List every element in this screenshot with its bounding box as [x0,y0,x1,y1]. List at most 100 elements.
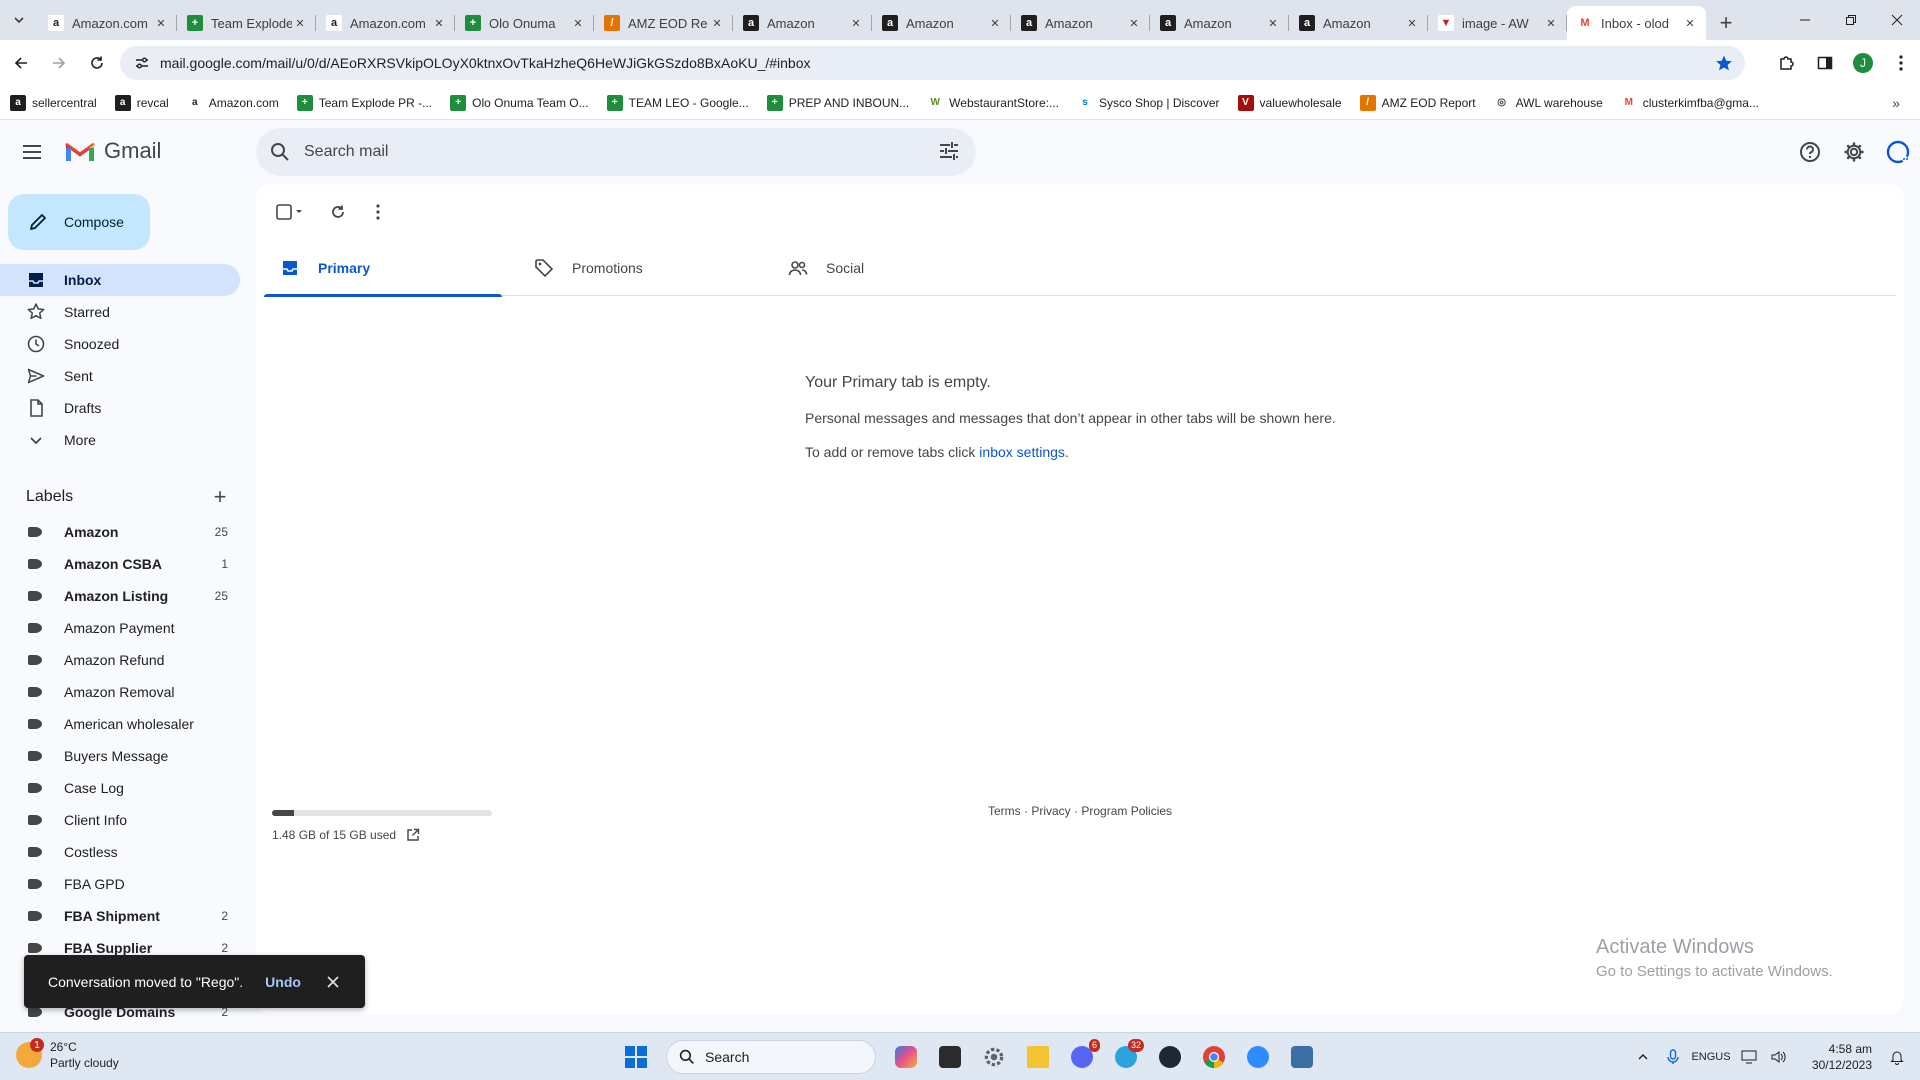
label-item[interactable]: Case Log [0,772,240,804]
bookmark-item[interactable]: + Olo Onuma Team O... [450,94,589,111]
sidebar-item-inbox[interactable]: Inbox [0,264,240,296]
browser-tab[interactable]: a Amazon ✕ [1150,6,1289,40]
privacy-link[interactable]: Privacy [1031,804,1070,818]
close-tab-button[interactable]: ✕ [570,15,586,31]
bookmark-item[interactable]: a revcal [114,94,169,111]
settings-app[interactable] [974,1039,1014,1075]
file-app[interactable] [930,1039,970,1075]
tab-search-button[interactable] [0,0,38,40]
forward-button[interactable] [42,46,76,80]
close-tab-button[interactable]: ✕ [1543,15,1559,31]
bookmark-item[interactable]: a sellercentral [10,94,97,111]
close-tab-button[interactable]: ✕ [1126,15,1142,31]
sidebar-item-snoozed[interactable]: Snoozed [0,328,240,360]
file-explorer-app[interactable] [1018,1039,1058,1075]
chrome-menu-button[interactable] [1882,46,1920,80]
gmail-logo[interactable]: Gmail [64,138,161,164]
program-policies-link[interactable]: Program Policies [1081,804,1172,818]
refresh-button[interactable] [324,196,352,228]
back-button[interactable] [4,46,38,80]
address-bar[interactable]: mail.google.com/mail/u/0/d/AEoRXRSVkipOL… [120,46,1745,80]
label-item[interactable]: Amazon CSBA 1 [0,548,240,580]
bookmark-item[interactable]: W WebstaurantStore:... [927,94,1059,111]
label-item[interactable]: Client Info [0,804,240,836]
label-item[interactable]: Amazon Removal [0,676,240,708]
new-tab-button[interactable]: + [1706,6,1746,40]
restore-button[interactable] [1828,0,1874,40]
search-input[interactable] [304,143,864,161]
bookmark-star-button[interactable] [1715,54,1733,72]
show-hidden-icons-button[interactable] [1628,1051,1658,1063]
close-tab-button[interactable]: ✕ [848,15,864,31]
label-item[interactable]: Amazon Payment [0,612,240,644]
label-item[interactable]: FBA Shipment 2 [0,900,240,932]
more-actions-button[interactable] [368,196,388,228]
browser-tab[interactable]: + Olo Onuma ✕ [455,6,594,40]
steam-app[interactable] [1150,1039,1190,1075]
support-button[interactable] [1788,132,1832,172]
telegram-app[interactable]: 32 [1106,1039,1146,1075]
weather-widget[interactable]: 1 26°C Partly cloudy [16,1038,119,1071]
undo-button[interactable]: Undo [265,974,301,990]
bookmark-item[interactable]: + Team Explode PR -... [296,94,432,111]
search-icon[interactable] [270,142,290,162]
network-button[interactable] [1734,1050,1764,1064]
close-tab-button[interactable]: ✕ [1404,15,1420,31]
search-options-button[interactable] [938,140,960,162]
close-tab-button[interactable]: ✕ [987,15,1003,31]
side-panel-button[interactable] [1806,46,1844,80]
browser-tab[interactable]: a Amazon ✕ [1289,6,1428,40]
sidebar-item-more[interactable]: More [0,424,240,456]
extensions-button[interactable] [1768,46,1806,80]
bookmarks-overflow-button[interactable]: » [1892,95,1900,111]
browser-tab[interactable]: ▼ image - AW ✕ [1428,6,1567,40]
zoom-app[interactable] [1238,1039,1278,1075]
label-item[interactable]: Amazon 25 [0,516,240,548]
tab-social[interactable]: Social [772,240,1026,296]
bookmark-item[interactable]: + PREP AND INBOUN... [766,94,909,111]
label-item[interactable]: Amazon Refund [0,644,240,676]
discord-app[interactable]: 6 [1062,1039,1102,1075]
browser-tab[interactable]: a Amazon.com ✕ [38,6,177,40]
reload-button[interactable] [80,46,114,80]
browser-tab[interactable]: a Amazon.com ✕ [316,6,455,40]
snackbar-close-button[interactable] [327,975,339,988]
bookmark-item[interactable]: a Amazon.com [186,94,279,111]
settings-button[interactable] [1832,132,1876,172]
clock[interactable]: 4:58 am 30/12/2023 [1794,1041,1872,1073]
storage-text[interactable]: 1.48 GB of 15 GB used [272,828,396,842]
manage-storage-button[interactable] [406,828,420,842]
bookmark-item[interactable]: s Sysco Shop | Discover [1077,94,1220,111]
calculator-app[interactable] [1282,1039,1322,1075]
tab-promotions[interactable]: Promotions [518,240,772,296]
bookmark-item[interactable]: + TEAM LEO - Google... [606,94,749,111]
browser-tab[interactable]: a Amazon ✕ [872,6,1011,40]
close-tab-button[interactable]: ✕ [1682,15,1698,31]
gemini-button[interactable] [1876,132,1920,172]
label-item[interactable]: Costless [0,836,240,868]
select-checkbox[interactable] [272,196,308,228]
microphone-button[interactable] [1658,1049,1688,1065]
start-button[interactable] [616,1039,656,1075]
taskbar-search[interactable]: Search [666,1040,876,1074]
bookmark-item[interactable]: ◎ AWL warehouse [1493,94,1603,111]
volume-button[interactable] [1764,1050,1794,1064]
close-tab-button[interactable]: ✕ [709,15,725,31]
label-item[interactable]: Buyers Message [0,740,240,772]
label-item[interactable]: American wholesaler [0,708,240,740]
close-tab-button[interactable]: ✕ [1265,15,1281,31]
tab-primary[interactable]: Primary [264,240,518,297]
terms-link[interactable]: Terms [988,804,1021,818]
create-label-button[interactable]: + [208,484,232,510]
close-tab-button[interactable]: ✕ [292,15,308,31]
compose-button[interactable]: Compose [8,194,150,250]
chrome-app[interactable] [1194,1039,1234,1075]
bookmark-item[interactable]: Vvaluewholesale [1237,94,1342,111]
browser-tab[interactable]: M Inbox - olod ✕ [1567,6,1706,40]
label-item[interactable]: Amazon Listing 25 [0,580,240,612]
close-tab-button[interactable]: ✕ [153,15,169,31]
inbox-settings-link[interactable]: inbox settings [979,444,1065,460]
browser-tab[interactable]: + Team Explode ✕ [177,6,316,40]
bookmark-item[interactable]: / AMZ EOD Report [1359,94,1476,111]
copilot-app[interactable] [886,1039,926,1075]
